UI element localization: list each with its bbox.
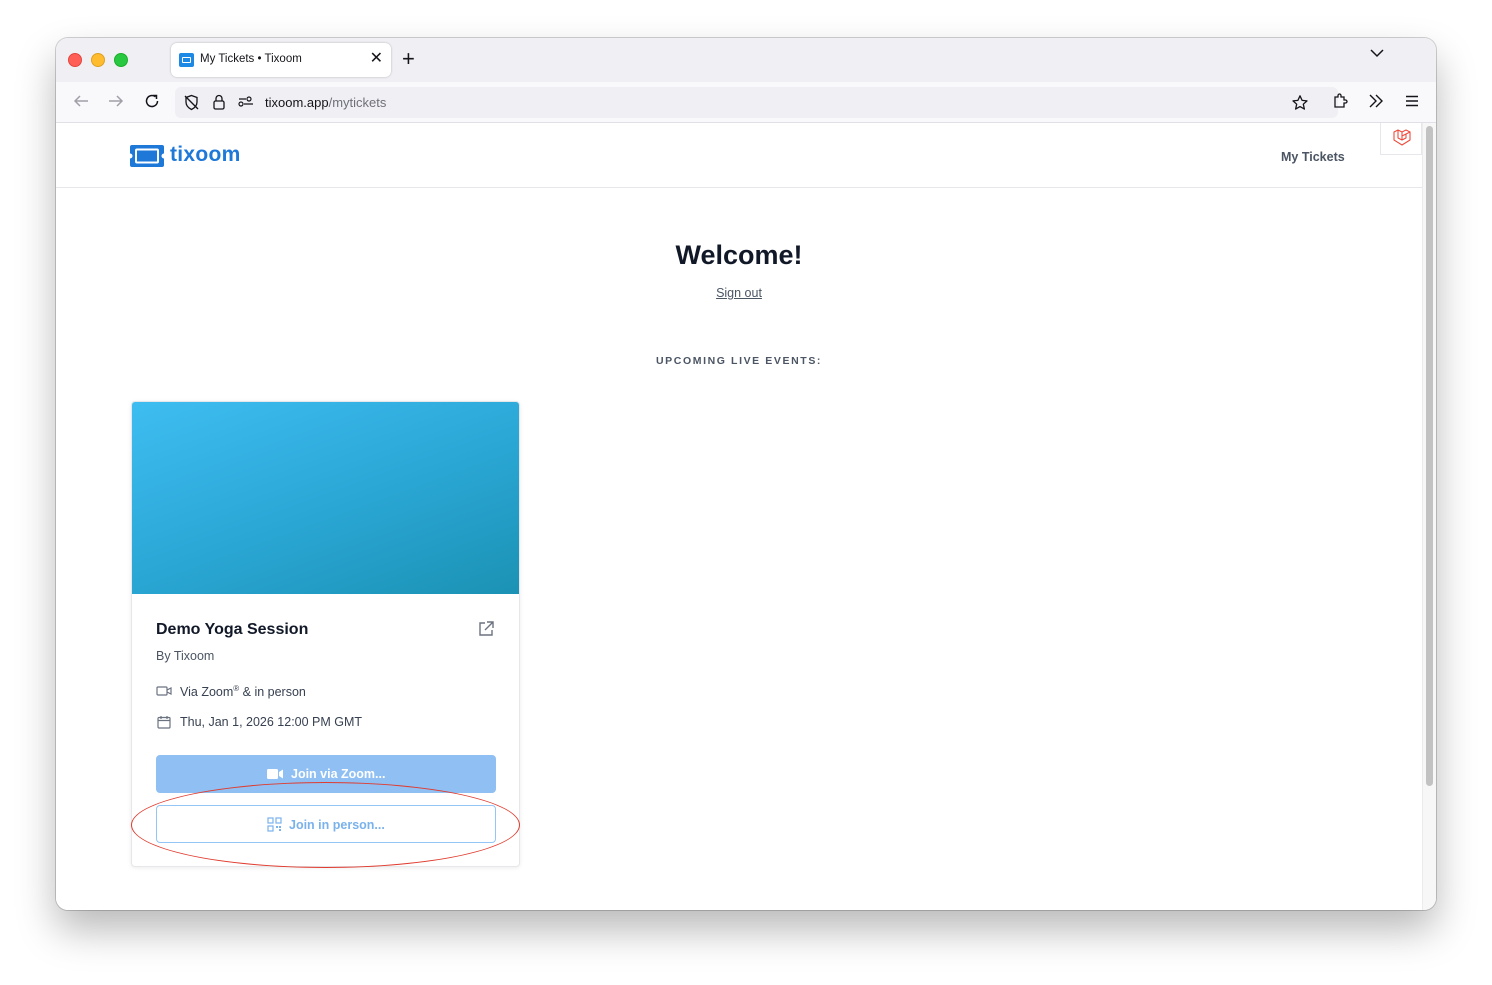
back-arrow-icon[interactable] — [72, 92, 90, 110]
menu-hamburger-icon[interactable] — [1403, 92, 1421, 110]
site-header: tixoom My Tickets — [56, 123, 1422, 188]
event-datetime: Thu, Jan 1, 2026 12:00 PM GMT — [180, 715, 363, 729]
sign-out-link[interactable]: Sign out — [716, 286, 762, 300]
upcoming-events-heading: UPCOMING LIVE EVENTS: — [655, 355, 823, 367]
join-via-zoom-label: Join via Zoom... — [291, 767, 386, 781]
tab-close-icon[interactable]: ✕ — [370, 50, 383, 68]
laravel-debug-badge[interactable] — [1380, 123, 1422, 155]
close-window-button[interactable] — [68, 53, 82, 67]
new-tab-button[interactable]: + — [402, 48, 415, 70]
event-hero-image — [132, 402, 519, 594]
url-text: tixoom.app/mytickets — [265, 95, 387, 110]
laravel-logo-icon — [1393, 129, 1411, 146]
site-logo-text[interactable]: tixoom — [170, 143, 241, 167]
calendar-icon — [157, 716, 171, 729]
event-organizer: By Tixoom — [156, 649, 215, 663]
browser-window: My Tickets • Tixoom ✕ + tixoom.app/mytic… — [56, 38, 1436, 910]
tracking-protection-shield-icon[interactable] — [183, 94, 200, 111]
event-venue-text: Via Zoom® & in person — [180, 684, 306, 700]
join-via-zoom-button[interactable]: Join via Zoom... — [156, 755, 496, 793]
minimize-window-button[interactable] — [91, 53, 105, 67]
external-link-icon[interactable] — [477, 620, 495, 638]
video-camera-icon — [267, 769, 283, 779]
scrollbar-thumb[interactable] — [1426, 126, 1433, 786]
page-scrollbar[interactable] — [1422, 123, 1436, 910]
lock-icon[interactable] — [212, 94, 226, 111]
video-camera-icon — [156, 686, 172, 696]
tab-bar: My Tickets • Tixoom ✕ + — [56, 38, 1436, 82]
tab-title: My Tickets • Tixoom — [200, 53, 302, 65]
zoom-window-button[interactable] — [114, 53, 128, 67]
qr-code-icon — [267, 817, 282, 832]
event-title[interactable]: Demo Yoga Session — [156, 621, 308, 639]
more-tools-chevrons-icon[interactable] — [1367, 92, 1385, 110]
nav-toolbar: tixoom.app/mytickets — [56, 82, 1436, 123]
join-in-person-button[interactable]: Join in person... — [156, 805, 496, 843]
permissions-icon[interactable] — [238, 96, 254, 108]
page-viewport: tixoom My Tickets Welcome! Sign out UPCO… — [56, 123, 1422, 910]
tab-list-chevron-icon[interactable] — [1370, 48, 1384, 58]
sign-out-link-row: Sign out — [56, 286, 1422, 300]
page-title: Welcome! — [675, 240, 803, 270]
extensions-puzzle-icon[interactable] — [1332, 92, 1350, 110]
tixoom-favicon-icon — [179, 53, 194, 67]
nav-link-my-tickets[interactable]: My Tickets — [1281, 150, 1345, 164]
bookmark-star-icon[interactable] — [1291, 94, 1309, 112]
tixoom-ticket-logo-icon[interactable] — [130, 145, 164, 167]
join-in-person-label: Join in person... — [289, 818, 385, 832]
tab-my-tickets[interactable]: My Tickets • Tixoom ✕ — [171, 43, 391, 77]
reload-icon[interactable] — [143, 92, 161, 110]
event-card: Demo Yoga Session By Tixoom Via Zoom® & … — [131, 401, 520, 867]
url-bar[interactable]: tixoom.app/mytickets — [175, 87, 1338, 118]
forward-arrow-icon[interactable] — [107, 92, 125, 110]
